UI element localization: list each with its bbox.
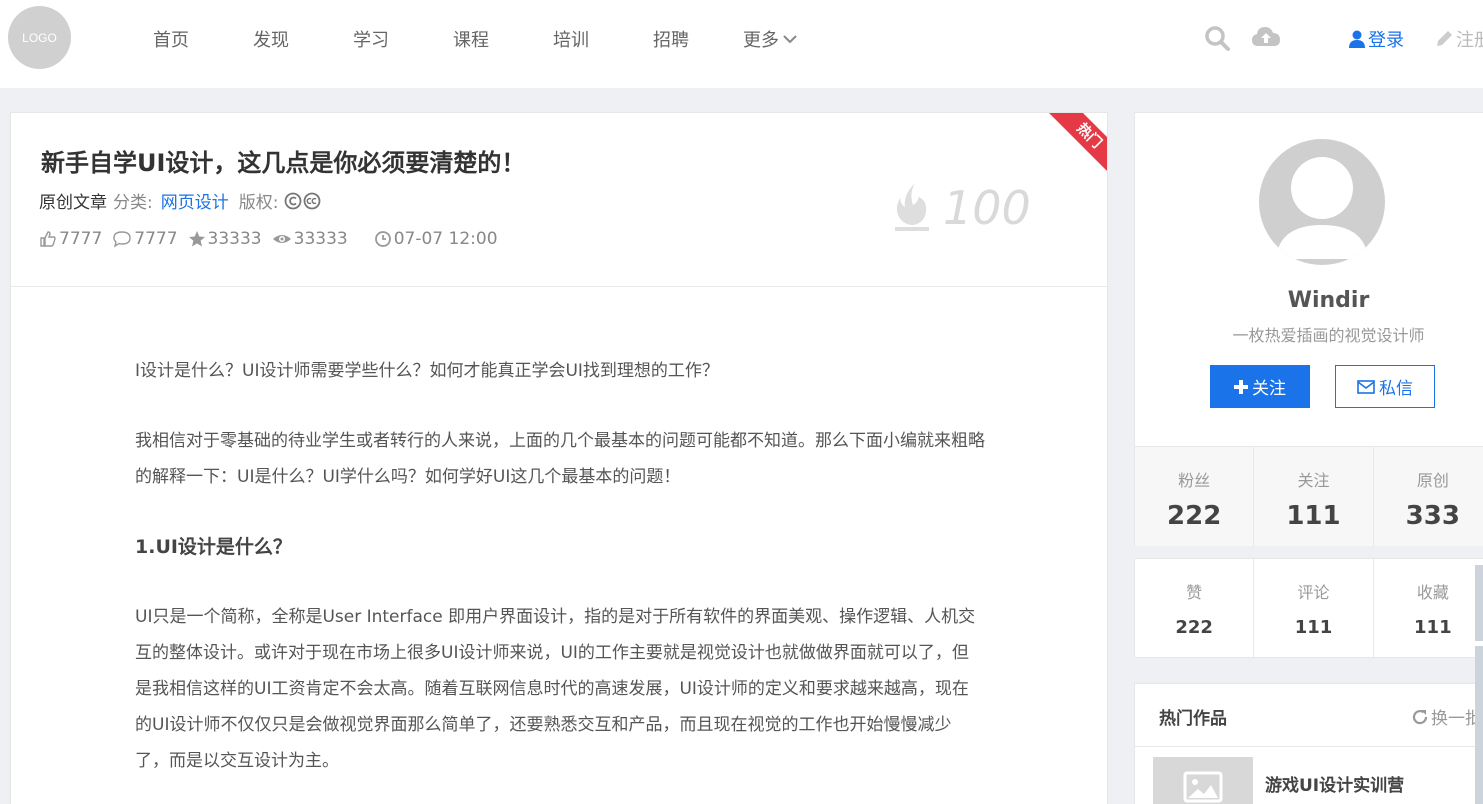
- hot-works-title: 热门作品: [1159, 709, 1227, 729]
- copyright-label: 版权:: [238, 193, 279, 213]
- envelope-icon: [1357, 379, 1375, 394]
- hot-divider: [1135, 746, 1483, 747]
- cloud-upload-icon[interactable]: [1251, 24, 1281, 52]
- original-tag: 原创文章: [39, 193, 107, 213]
- category-label: 分类:: [113, 193, 153, 213]
- stars-stat[interactable]: 33333: [188, 229, 262, 249]
- register-label: 注册: [1456, 30, 1483, 51]
- score-value: 100: [943, 181, 1031, 235]
- stat-value: 111: [1414, 617, 1452, 638]
- nav-learn[interactable]: 学习: [353, 26, 389, 52]
- user-avatar-icon: [1276, 157, 1368, 259]
- category-link[interactable]: 网页设计: [161, 188, 229, 213]
- article-stats: 7777 7777 33333 33333 07-07 12:00: [39, 229, 508, 249]
- comments-stat[interactable]: 7777: [112, 229, 178, 249]
- views-count: 33333: [293, 229, 348, 249]
- star-icon: [188, 231, 205, 247]
- engagement-card: 赞 222 评论 111 收藏 111: [1134, 558, 1483, 658]
- stat-label: 收藏: [1416, 583, 1449, 602]
- stars-count: 33333: [207, 229, 262, 249]
- comments-total-stat: 评论 111: [1254, 559, 1374, 657]
- copyright-icon: [285, 192, 321, 209]
- stat-value: 222: [1167, 501, 1222, 531]
- top-header: LOGO 首页 发现 学习 课程 培训 招聘 更多 登录 注册: [0, 0, 1483, 88]
- hot-ribbon: 热门: [1032, 113, 1107, 188]
- likes-count: 7777: [59, 229, 103, 249]
- article-title: 新手自学UI设计，这几点是你必须要清楚的！: [41, 149, 526, 177]
- message-label: 私信: [1379, 379, 1413, 398]
- stat-value: 222: [1175, 617, 1213, 638]
- nav-home[interactable]: 首页: [153, 26, 189, 52]
- publish-date: 07-07 12:00: [393, 229, 498, 249]
- login-label: 登录: [1368, 30, 1404, 51]
- stat-label: 关注: [1297, 471, 1330, 490]
- comments-count: 7777: [134, 229, 178, 249]
- scrollbar-segment[interactable]: [1475, 565, 1483, 641]
- article-meta: 原创文章 分类: 网页设计 版权:: [39, 188, 322, 213]
- work-thumbnail[interactable]: [1153, 757, 1253, 804]
- comment-icon: [113, 231, 131, 248]
- likes-stat[interactable]: 7777: [39, 229, 102, 249]
- swap-button[interactable]: 换一批: [1411, 704, 1482, 729]
- following-stat[interactable]: 关注 111: [1254, 447, 1374, 546]
- chevron-down-icon: [783, 35, 797, 44]
- views-stat: 33333: [272, 229, 348, 249]
- paragraph: 我相信对于零基础的待业学生或者转行的人来说，上面的几个最基本的问题可能都不知道。…: [135, 431, 985, 487]
- work-title[interactable]: 游戏UI设计实训营: [1265, 771, 1404, 796]
- original-stat[interactable]: 原创 333: [1374, 447, 1483, 546]
- favorites-total-stat: 收藏 111: [1374, 559, 1483, 657]
- nav-discover[interactable]: 发现: [253, 26, 289, 52]
- thumbs-up-icon: [40, 231, 56, 247]
- message-button[interactable]: 私信: [1335, 365, 1435, 408]
- section-heading: 1.UI设计是什么？: [135, 536, 292, 558]
- fans-stat[interactable]: 粉丝 222: [1135, 447, 1255, 546]
- eye-icon: [272, 235, 291, 243]
- register-link[interactable]: 注册: [1435, 26, 1483, 52]
- login-link[interactable]: 登录: [1349, 26, 1404, 52]
- scrollbar-thumb[interactable]: [1475, 646, 1483, 804]
- stat-value: 333: [1405, 501, 1460, 531]
- stat-label: 原创: [1416, 471, 1449, 490]
- paragraph: I设计是什么？UI设计师需要学些什么？如何才能真正学会UI找到理想的工作？: [135, 361, 719, 381]
- title-divider: [11, 286, 1107, 287]
- image-placeholder-icon: [1183, 771, 1223, 803]
- flame-icon: [895, 183, 929, 231]
- avatar[interactable]: [1259, 139, 1385, 265]
- user-icon: [1349, 30, 1365, 48]
- author-card: Windir 一枚热爱插画的视觉设计师 关注 私信 粉丝 222 关注 111 …: [1134, 112, 1483, 546]
- hot-works-card: 热门作品 换一批 游戏UI设计实训营: [1134, 683, 1483, 804]
- nav-training[interactable]: 培训: [553, 26, 589, 52]
- likes-total-stat: 赞 222: [1135, 559, 1255, 657]
- paragraph: UI只是一个简称，全称是User Interface 即用户界面设计，指的是对于…: [135, 607, 976, 771]
- follow-button[interactable]: 关注: [1210, 365, 1310, 408]
- stat-label: 粉丝: [1178, 471, 1211, 490]
- article-body: I设计是什么？UI设计师需要学些什么？如何才能真正学会UI找到理想的工作？ 我相…: [135, 353, 985, 804]
- author-bio: 一枚热爱插画的视觉设计师: [1232, 326, 1425, 345]
- stat-value: 111: [1294, 617, 1333, 638]
- hot-badge: 热门: [1041, 113, 1107, 184]
- nav-courses[interactable]: 课程: [453, 26, 489, 52]
- article-card: 热门 新手自学UI设计，这几点是你必须要清楚的！ 原创文章 分类: 网页设计 版…: [10, 112, 1108, 804]
- plus-icon: [1234, 379, 1248, 394]
- stat-value: 111: [1286, 501, 1341, 531]
- nav-jobs[interactable]: 招聘: [653, 26, 689, 52]
- author-stats: 粉丝 222 关注 111 原创 333: [1135, 446, 1483, 546]
- author-name[interactable]: Windir: [1135, 288, 1483, 313]
- search-icon[interactable]: [1203, 24, 1231, 52]
- nav-more[interactable]: 更多: [743, 26, 797, 52]
- stat-label: 赞: [1186, 583, 1203, 602]
- follow-label: 关注: [1252, 379, 1286, 398]
- pencil-icon: [1437, 31, 1452, 46]
- nav-more-label: 更多: [743, 30, 779, 51]
- clock-icon: [374, 231, 391, 247]
- heat-score: 100: [893, 181, 1031, 231]
- stat-label: 评论: [1297, 583, 1330, 602]
- refresh-icon: [1412, 709, 1428, 724]
- date-stat: 07-07 12:00: [374, 229, 498, 249]
- logo[interactable]: LOGO: [8, 6, 71, 69]
